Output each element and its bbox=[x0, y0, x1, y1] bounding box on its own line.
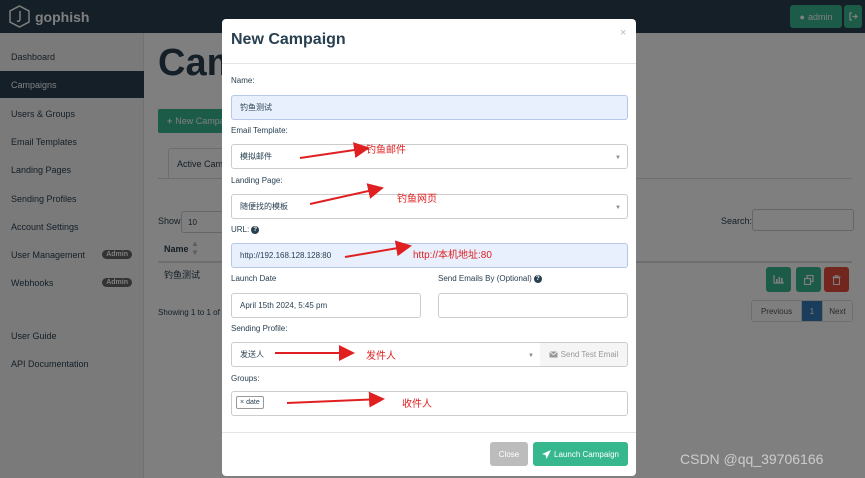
annotation-sending-profile: 发件人 bbox=[366, 351, 396, 362]
annotation-landing-page: 钓鱼网页 bbox=[397, 194, 437, 205]
annotation-arrows bbox=[275, 142, 412, 408]
annotation-arrow-groups bbox=[286, 391, 385, 408]
annotation-groups: 收件人 bbox=[402, 399, 432, 410]
annotation-arrow-email-template bbox=[299, 142, 370, 159]
annotation-email-template: 钓鱼邮件 bbox=[366, 145, 406, 156]
annotation-arrow-landing-page bbox=[309, 183, 384, 205]
annotation-url: http://本机地址:80 bbox=[413, 250, 492, 261]
annotation-arrow-url bbox=[344, 240, 412, 258]
watermark: CSDN @qq_39706166 bbox=[680, 451, 824, 467]
